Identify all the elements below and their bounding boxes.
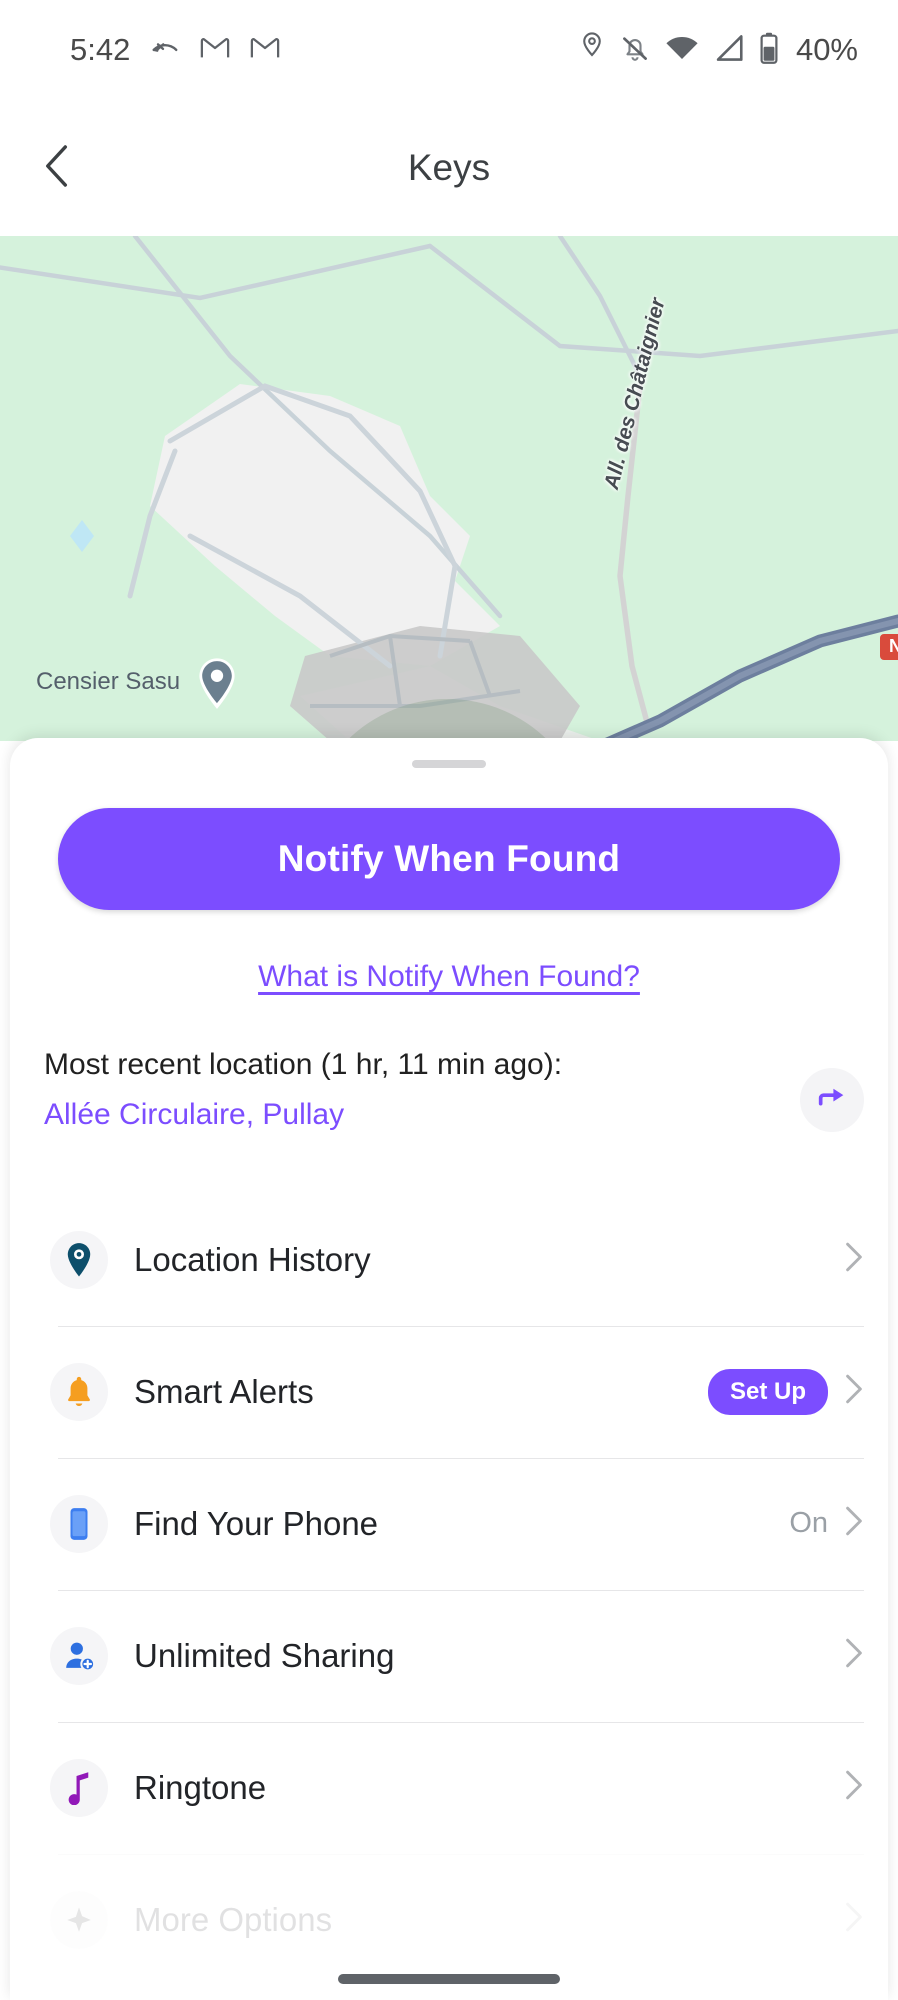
back-button[interactable] [28, 138, 88, 198]
road-shield-n12: N12 [880, 634, 898, 660]
page-title: Keys [407, 147, 491, 188]
battery-icon [759, 32, 779, 69]
location-pin-icon [50, 1230, 108, 1289]
home-indicator[interactable] [338, 1974, 560, 1984]
notifications-muted-icon [620, 33, 650, 68]
list-item-ringtone[interactable]: Ringtone [10, 1721, 888, 1854]
location-icon [579, 31, 605, 69]
settings-list: Location History Smart Alerts Set Up Fin… [10, 1194, 888, 1986]
list-item-label: Location History [134, 1240, 371, 1278]
list-item-label: More Options [134, 1900, 333, 1938]
chevron-right-icon [844, 1769, 864, 1806]
chevron-left-icon [41, 144, 75, 193]
wifi-icon [665, 35, 699, 66]
status-bar: 5:42 40% [0, 0, 898, 100]
gmail-icon [250, 36, 280, 65]
gmail-icon [200, 36, 230, 65]
list-item-location-history[interactable]: Location History [10, 1194, 888, 1326]
list-item-smart-alerts[interactable]: Smart Alerts Set Up [10, 1325, 888, 1458]
poi-map-pin[interactable] [195, 656, 239, 712]
chevron-right-icon [844, 1241, 864, 1278]
battery-percent: 40% [795, 32, 858, 67]
map-vector-layer [0, 236, 898, 741]
status-bar-right: 40% [579, 31, 858, 69]
directions-arrow-icon [815, 1081, 849, 1120]
list-item-label: Unlimited Sharing [134, 1636, 395, 1674]
bell-icon [50, 1362, 108, 1421]
phone-icon [50, 1494, 108, 1553]
help-link-row: What is Notify When Found? [10, 960, 888, 994]
status-bar-left: 5:42 [70, 32, 280, 68]
list-item-find-your-phone[interactable]: Find Your Phone On [10, 1457, 888, 1590]
chevron-right-icon [844, 1505, 864, 1542]
app-bar: Keys [0, 100, 898, 236]
cellular-signal-icon [714, 34, 744, 67]
list-item-label: Find Your Phone [134, 1504, 379, 1542]
missed-call-icon [150, 33, 180, 68]
most-recent-location-title: Most recent location (1 hr, 11 min ago): [44, 1048, 563, 1081]
phone-screen: 5:42 40% Keys Censier Sasu All. des Chât… [0, 0, 898, 2000]
what-is-notify-when-found-link[interactable]: What is Notify When Found? [258, 960, 640, 993]
sheet-drag-handle[interactable] [412, 760, 486, 768]
music-note-icon [50, 1758, 108, 1817]
set-up-badge[interactable]: Set Up [707, 1368, 828, 1415]
list-item-more-options[interactable]: More Options [10, 1853, 888, 1986]
most-recent-location-address[interactable]: Allée Circulaire, Pullay [44, 1098, 854, 1132]
chevron-right-icon [844, 1637, 864, 1674]
status-time: 5:42 [70, 32, 131, 67]
chevron-right-icon [844, 1901, 864, 1938]
list-item-label: Ringtone [134, 1768, 267, 1806]
chevron-right-icon [844, 1373, 864, 1410]
sparkle-icon [50, 1890, 108, 1949]
most-recent-location-block: Most recent location (1 hr, 11 min ago):… [10, 1046, 888, 1132]
list-item-label: Smart Alerts [134, 1372, 314, 1410]
list-item-unlimited-sharing[interactable]: Unlimited Sharing [10, 1589, 888, 1722]
directions-button[interactable] [800, 1068, 864, 1132]
list-item-value: On [789, 1507, 828, 1539]
bottom-sheet: Notify When Found What is Notify When Fo… [10, 738, 888, 2000]
person-add-icon [50, 1626, 108, 1685]
notify-when-found-button[interactable]: Notify When Found [58, 808, 840, 910]
map-view[interactable]: Censier Sasu LE V D'AU All. des Châtaign… [0, 236, 898, 741]
